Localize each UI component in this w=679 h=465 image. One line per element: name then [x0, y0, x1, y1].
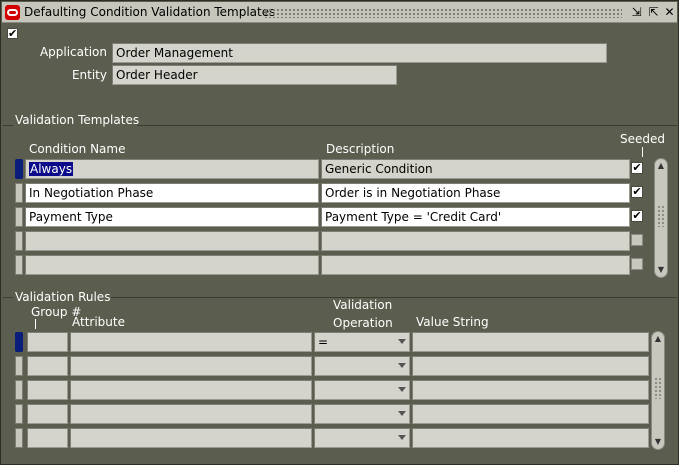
seeded-checkbox[interactable]: ✔	[631, 210, 643, 222]
seeded-checkbox[interactable]: ✔	[631, 162, 643, 174]
validation-operation-select[interactable]	[314, 428, 410, 448]
validation-operation-select[interactable]	[314, 380, 410, 400]
col-condition-name: Condition Name	[29, 142, 126, 156]
condition-name-field[interactable]	[25, 231, 319, 251]
record-indicator[interactable]	[15, 428, 23, 448]
validation-operation-select[interactable]	[314, 356, 410, 376]
entity-field[interactable]: Order Header	[112, 65, 397, 85]
validation-operation-select[interactable]	[314, 404, 410, 424]
scroll-down-icon[interactable]: ▼	[655, 265, 667, 275]
condition-name-field[interactable]	[25, 255, 319, 275]
record-indicator[interactable]	[15, 332, 23, 352]
description-field[interactable]	[321, 231, 630, 251]
validation-operation-select[interactable]: =	[314, 332, 410, 352]
seeded-checkbox[interactable]	[631, 234, 643, 246]
seeded-checkbox[interactable]: ✔	[631, 186, 643, 198]
scroll-up-icon[interactable]: ▲	[652, 334, 664, 344]
rules-scrollbar[interactable]: ▲ ▼	[651, 331, 665, 450]
application-label: Application	[39, 45, 107, 59]
record-indicator[interactable]	[15, 380, 23, 400]
description-field[interactable]: Payment Type = 'Credit Card'	[321, 207, 630, 227]
attribute-field[interactable]	[70, 428, 312, 448]
col-description: Description	[326, 142, 395, 156]
group-number-field[interactable]	[27, 428, 68, 448]
record-indicator[interactable]	[15, 255, 23, 275]
section-divider	[3, 297, 13, 298]
condition-name-field[interactable]: In Negotiation Phase	[25, 183, 319, 203]
group-number-field[interactable]	[27, 404, 68, 424]
condition-name-field[interactable]: Always	[25, 159, 319, 179]
title-bar-grip	[264, 8, 622, 18]
section-divider	[137, 125, 677, 126]
minimize-button[interactable]: ⇲	[629, 5, 644, 20]
defaulting-condition-window: Defaulting Condition Validation Template…	[0, 0, 679, 465]
attribute-field[interactable]	[70, 380, 312, 400]
group-number-field[interactable]	[27, 380, 68, 400]
record-indicator[interactable]	[15, 183, 23, 203]
scroll-grip-icon[interactable]	[657, 205, 665, 227]
col-attribute: Attribute	[72, 315, 125, 329]
chevron-down-icon[interactable]	[398, 339, 406, 344]
value-string-field[interactable]	[412, 356, 649, 376]
chevron-down-icon[interactable]	[398, 435, 406, 440]
record-indicator[interactable]	[15, 231, 23, 251]
section-divider	[111, 297, 677, 298]
attribute-field[interactable]	[70, 356, 312, 376]
record-checkbox[interactable]: ✔	[7, 28, 18, 39]
seeded-header-tick	[642, 147, 643, 157]
seeded-checkbox[interactable]	[631, 258, 643, 270]
description-field[interactable]: Order is in Negotiation Phase	[321, 183, 630, 203]
value-string-field[interactable]	[412, 428, 649, 448]
scroll-grip-icon[interactable]	[654, 377, 662, 399]
title-bar[interactable]: Defaulting Condition Validation Template…	[2, 2, 677, 23]
condition-name-field[interactable]: Payment Type	[25, 207, 319, 227]
templates-scrollbar[interactable]: ▲ ▼	[654, 158, 668, 278]
group-number-field[interactable]	[27, 356, 68, 376]
record-indicator[interactable]	[15, 159, 23, 179]
col-validation-operation-line1: Validation	[333, 298, 393, 312]
group-number-field[interactable]	[27, 332, 68, 352]
attribute-field[interactable]	[70, 332, 312, 352]
record-indicator[interactable]	[15, 207, 23, 227]
col-seeded: Seeded	[620, 132, 665, 146]
chevron-down-icon[interactable]	[398, 363, 406, 368]
attribute-field[interactable]	[70, 404, 312, 424]
close-button[interactable]: ✕	[662, 5, 677, 20]
validation-templates-title: Validation Templates	[15, 113, 140, 127]
col-validation-operation-line2: Operation	[333, 316, 393, 330]
oracle-logo-icon	[5, 5, 20, 20]
group-header-tick	[35, 319, 36, 329]
scroll-up-icon[interactable]: ▲	[655, 161, 667, 171]
description-field[interactable]	[321, 255, 630, 275]
maximize-button[interactable]: ⇱	[646, 5, 661, 20]
col-value-string: Value String	[416, 315, 489, 329]
chevron-down-icon[interactable]	[398, 387, 406, 392]
value-string-field[interactable]	[412, 404, 649, 424]
record-indicator[interactable]	[15, 404, 23, 424]
entity-label: Entity	[71, 68, 107, 82]
record-indicator[interactable]	[15, 356, 23, 376]
chevron-down-icon[interactable]	[398, 411, 406, 416]
window-title: Defaulting Condition Validation Template…	[24, 5, 276, 19]
validation-rules-title: Validation Rules	[15, 290, 111, 304]
value-string-field[interactable]	[412, 380, 649, 400]
scroll-down-icon[interactable]: ▼	[652, 437, 664, 447]
application-field[interactable]: Order Management	[112, 43, 607, 63]
section-divider	[3, 125, 13, 126]
value-string-field[interactable]	[412, 332, 649, 352]
description-field[interactable]: Generic Condition	[321, 159, 630, 179]
